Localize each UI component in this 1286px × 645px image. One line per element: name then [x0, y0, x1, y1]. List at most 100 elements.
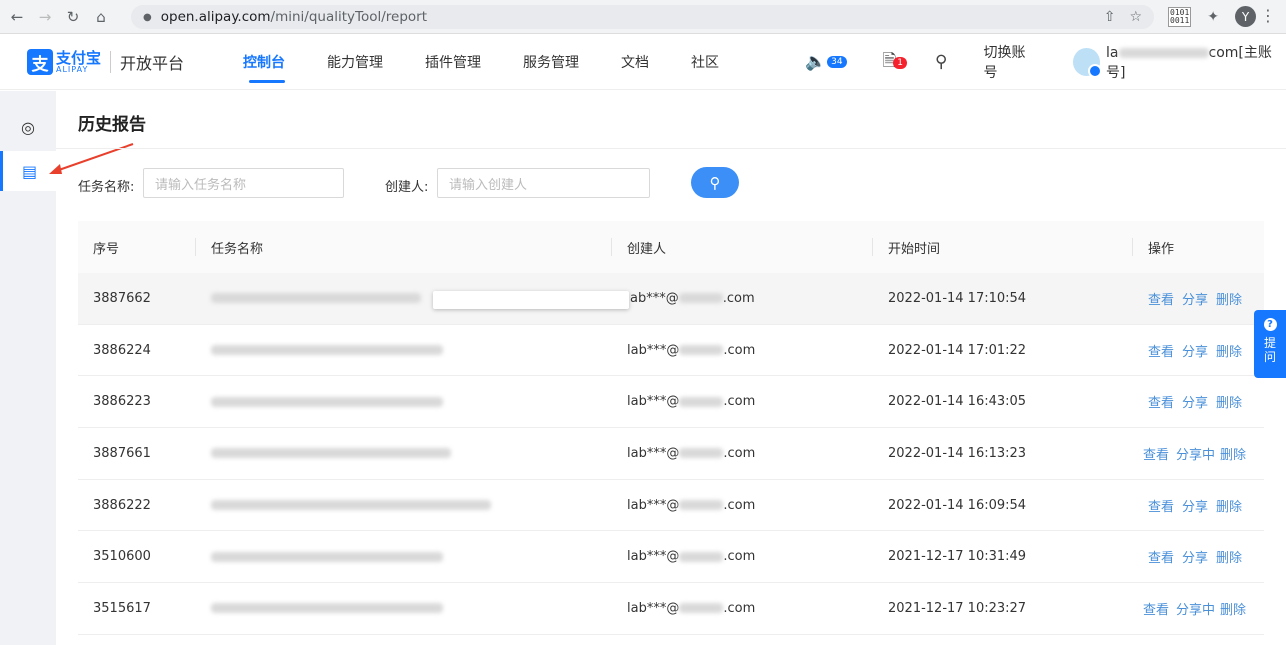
creator-suffix: .com [723, 549, 756, 565]
alipay-logo[interactable]: 支 支付宝 ALIPAY 开放平台 [27, 49, 184, 75]
delete-link[interactable]: 删除 [1216, 496, 1242, 515]
logo-text: 支付宝 ALIPAY [56, 48, 102, 74]
delete-link[interactable]: 删除 [1216, 392, 1242, 411]
url-host: open.alipay.com [160, 9, 271, 25]
view-link[interactable]: 查看 [1148, 289, 1174, 308]
creator-prefix: ab***@ [630, 290, 679, 306]
view-link[interactable]: 查看 [1143, 444, 1169, 463]
row-start-time: 2022-01-14 16:09:54 [888, 497, 1027, 513]
delete-link[interactable]: 删除 [1220, 444, 1246, 463]
report-icon: ▤ [21, 161, 38, 181]
sharing-status-link[interactable]: 分享中 [1176, 599, 1215, 618]
view-link[interactable]: 查看 [1143, 599, 1169, 618]
nav-community[interactable]: 社区 [691, 34, 719, 90]
row-task-name [211, 343, 443, 358]
notice-button[interactable]: 🔈 34 [805, 52, 847, 72]
share-link[interactable]: 分享 [1182, 392, 1208, 411]
logo-divider [110, 51, 112, 73]
share-icon[interactable]: ⇧ [1104, 9, 1116, 25]
row-start-time: 2022-01-14 17:10:54 [888, 290, 1027, 306]
share-link[interactable]: 分享 [1182, 289, 1208, 308]
redacted-task-name [211, 551, 443, 562]
switch-account-link[interactable]: 切换账号 [983, 42, 1037, 82]
logo-mark: 支 [27, 49, 53, 75]
logo-cn: 支付宝 [56, 48, 102, 67]
creator-prefix: lab***@ [627, 342, 680, 358]
view-link[interactable]: 查看 [1148, 392, 1174, 411]
row-creator: lab***@ .com [627, 343, 755, 358]
redacted-task-name [211, 396, 443, 407]
row-creator: lab***@ .com [627, 394, 755, 409]
search-icon[interactable]: ⚲ [935, 52, 947, 72]
nav-docs[interactable]: 文档 [621, 34, 649, 90]
redacted-domain [679, 396, 724, 407]
delete-link[interactable]: 删除 [1216, 547, 1242, 566]
redacted-domain [679, 551, 724, 562]
row-id: 3886222 [93, 497, 151, 513]
creator-prefix: lab***@ [627, 497, 680, 513]
row-creator: lab***@ .com [627, 549, 755, 564]
redacted-domain [679, 345, 724, 356]
table-row: 3887661 lab***@ .com 2022-01-14 16:13:23 … [78, 428, 1264, 480]
row-actions: 查看 分享 删除 [1148, 392, 1242, 411]
task-name-tooltip [433, 291, 629, 309]
creator-input[interactable]: 请输入创建人 [437, 168, 650, 198]
todo-count-badge: 1 [893, 57, 908, 69]
view-link[interactable]: 查看 [1148, 547, 1174, 566]
user-account[interactable]: la com[主账号] [1106, 42, 1286, 82]
sharing-status-link[interactable]: 分享中 [1176, 444, 1215, 463]
profile-avatar[interactable]: Y [1235, 6, 1256, 27]
header-divider [195, 238, 196, 256]
home-icon[interactable]: ⌂ [90, 6, 112, 28]
share-link[interactable]: 分享 [1182, 341, 1208, 360]
task-name-placeholder: 请输入任务名称 [155, 177, 247, 193]
nav-console[interactable]: 控制台 [243, 34, 285, 90]
delete-link[interactable]: 删除 [1216, 289, 1242, 308]
address-bar[interactable]: ● open.alipay.com/mini/qualityTool/repor… [131, 5, 1154, 29]
bookmark-star-icon[interactable]: ☆ [1129, 9, 1142, 25]
row-id: 3887661 [93, 445, 151, 461]
header-creator: 创建人 [627, 241, 667, 257]
creator-suffix: .com [723, 342, 756, 358]
row-creator: lab***@ .com [627, 601, 755, 616]
row-actions: 查看 分享 删除 [1148, 547, 1242, 566]
delete-link[interactable]: 删除 [1216, 341, 1242, 360]
target-icon: ◎ [21, 117, 35, 137]
table-row: 3886223 lab***@ .com 2022-01-14 16:43:05 … [78, 376, 1264, 429]
task-name-input[interactable]: 请输入任务名称 [143, 168, 344, 198]
back-icon[interactable]: ← [6, 6, 28, 28]
row-actions: 查看 分享 删除 [1148, 496, 1242, 515]
extensions-puzzle-icon[interactable]: ✦ [1207, 9, 1219, 25]
user-avatar[interactable] [1072, 48, 1103, 78]
main-content: 历史报告 任务名称: 请输入任务名称 创建人: 请输入创建人 ⚲ 序号 任务名称… [56, 91, 1286, 645]
report-table: 序号 任务名称 创建人 开始时间 操作 3887662 ab***@ .com 2… [78, 221, 1264, 635]
creator-suffix: .com [723, 600, 756, 616]
todo-button[interactable]: 🗎 1 [883, 48, 908, 77]
share-link[interactable]: 分享 [1182, 496, 1208, 515]
view-link[interactable]: 查看 [1148, 496, 1174, 515]
ask-question-button[interactable]: ? 提 问 [1254, 310, 1286, 378]
nav-capability[interactable]: 能力管理 [327, 34, 383, 90]
row-start-time: 2022-01-14 16:13:23 [888, 445, 1027, 461]
redacted-domain [679, 448, 724, 459]
table-row: 3886222 lab***@ .com 2022-01-14 16:09:54 … [78, 480, 1264, 532]
more-menu-icon[interactable]: ⋮ [1260, 6, 1276, 25]
search-button[interactable]: ⚲ [691, 167, 739, 198]
row-actions: 查看 分享中 删除 [1143, 599, 1246, 618]
extension-binary-icon[interactable]: 0101 0011 [1168, 6, 1192, 27]
row-start-time: 2021-12-17 10:31:49 [888, 549, 1027, 565]
notice-count-badge: 34 [827, 56, 847, 68]
redacted-task-name [211, 603, 443, 614]
ask-label-2: 问 [1263, 350, 1276, 364]
creator-prefix: lab***@ [627, 549, 680, 565]
reload-icon[interactable]: ↻ [62, 6, 84, 28]
view-link[interactable]: 查看 [1148, 341, 1174, 360]
share-link[interactable]: 分享 [1182, 547, 1208, 566]
row-start-time: 2022-01-14 16:43:05 [888, 394, 1027, 410]
forward-icon[interactable]: → [34, 6, 56, 28]
header-id: 序号 [93, 241, 120, 257]
nav-service[interactable]: 服务管理 [523, 34, 579, 90]
nav-plugin[interactable]: 插件管理 [425, 34, 481, 90]
row-id: 3887662 [93, 290, 151, 306]
delete-link[interactable]: 删除 [1220, 599, 1246, 618]
